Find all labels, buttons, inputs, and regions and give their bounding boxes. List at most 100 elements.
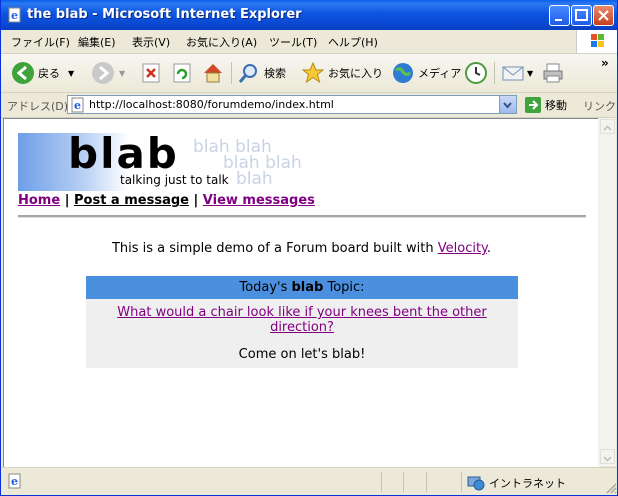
resize-grip-icon[interactable] [605,482,617,494]
tagline: talking just to talk [120,173,229,187]
svg-text:e: e [11,475,18,488]
search-label: 検索 [264,67,286,80]
nav-home-link[interactable]: Home [18,193,60,208]
forward-button[interactable]: ▼ [91,59,125,87]
status-divider [403,472,404,492]
go-button[interactable]: 移動 [524,96,567,114]
close-icon [598,10,609,21]
status-page-icon: e [8,473,21,489]
print-button[interactable] [541,59,565,87]
mail-icon [502,66,524,81]
back-arrow-icon [12,62,34,84]
horizontal-rule [18,215,586,218]
menu-view[interactable]: 表示(V) [132,34,170,50]
print-icon [543,63,563,83]
mail-button[interactable]: ▼ [501,59,533,87]
forward-dropdown-icon[interactable]: ▼ [119,69,125,78]
mail-dropdown-icon[interactable]: ▼ [527,69,533,78]
address-dropdown-button[interactable] [499,96,516,113]
scroll-down-button[interactable] [600,449,615,464]
topic-head-prefix: Today's [239,280,292,295]
nav-view-link[interactable]: View messages [203,193,315,208]
scroll-up-arrow-icon [603,125,612,131]
back-label: 戻る [38,67,60,80]
refresh-button[interactable] [171,59,193,87]
intranet-globe-icon [467,476,485,491]
go-arrow-icon [525,97,541,113]
address-label: アドレス(D) [7,100,69,113]
page-content: blah blah blah blah blah blab talking ju… [3,118,599,467]
menu-file[interactable]: ファイル(F) [11,34,70,50]
svg-text:e: e [11,9,18,22]
stop-icon [142,63,160,83]
menu-favorites[interactable]: お気に入り(A) [186,34,257,50]
home-icon [204,64,222,83]
media-globe-icon [393,63,413,83]
address-url[interactable]: http://localhost:8080/forumdemo/index.ht… [89,98,334,111]
search-icon [238,64,257,83]
minimize-icon [555,19,562,21]
window-title: the blab - Microsoft Internet Explorer [27,7,302,22]
toolbar-separator [494,62,495,84]
menu-tools[interactable]: ツール(T) [269,34,317,50]
forward-arrow-icon [92,62,114,84]
menu-help[interactable]: ヘルプ(H) [328,34,378,50]
scroll-down-arrow-icon [603,456,612,462]
velocity-link[interactable]: Velocity [438,241,487,256]
vertical-scrollbar[interactable] [598,118,616,466]
favorites-label: お気に入り [328,67,383,80]
minimize-button[interactable] [549,5,570,26]
status-divider [381,472,382,492]
toolbar-overflow-chevron-icon[interactable]: » [601,56,609,70]
nav-separator: | [64,193,70,208]
browser-window: e the blab - Microsoft Internet Explorer… [0,0,618,496]
home-button[interactable] [201,59,225,87]
status-divider [461,472,462,492]
refresh-icon [173,63,191,83]
favorites-button[interactable]: お気に入り [301,59,383,87]
ie-page-icon: e [8,7,21,23]
menu-bar: ファイル(F) 編集(E) 表示(V) お気に入り(A) ツール(T) ヘルプ(… [1,30,617,54]
back-button[interactable]: 戻る ▼ [11,59,74,87]
chevron-down-icon [503,102,512,109]
topic-cta: Come on let's blab! [238,347,366,362]
back-dropdown-icon[interactable]: ▼ [68,69,74,78]
history-clock-icon [465,62,487,84]
address-input[interactable]: e http://localhost:8080/forumdemo/index.… [67,95,517,114]
blab-banner: blah blah blah blah blah blab talking ju… [18,129,308,191]
media-button[interactable]: メディア [391,59,461,87]
status-divider [426,472,427,492]
standard-toolbar: 戻る ▼ ▼ 検索 お気に入り メディア ▼ » [1,54,617,93]
toolbar-separator [231,62,232,84]
history-button[interactable] [464,59,488,87]
close-button[interactable] [593,5,614,26]
stop-button[interactable] [140,59,162,87]
page-favicon-icon: e [71,97,84,113]
topic-head-suffix: Topic: [323,280,365,295]
nav-separator: | [193,193,199,208]
windows-flag-icon [591,34,604,47]
security-zone: イントラネット [467,475,566,491]
security-zone-label: イントラネット [489,477,566,490]
blab-logo: blab [68,129,179,178]
intro-suffix: . [486,241,492,256]
topic-question-link[interactable]: What would a chair look like if your kne… [86,305,518,335]
favorites-star-icon [301,61,325,84]
maximize-button[interactable] [571,5,592,26]
links-label[interactable]: リンク [583,98,616,114]
go-label: 移動 [545,99,567,112]
nav-post-link[interactable]: Post a message [74,193,189,208]
topic-box: Today's blab Topic: What would a chair l… [86,276,518,368]
maximize-icon [575,9,588,21]
address-bar: アドレス(D) e http://localhost:8080/forumdem… [1,93,617,118]
topic-header: Today's blab Topic: [86,276,518,299]
title-bar[interactable]: e the blab - Microsoft Internet Explorer [1,0,617,30]
scroll-up-button[interactable] [600,119,615,134]
banner-background-text: blah [236,169,273,189]
intro-prefix: This is a simple demo of a Forum board b… [111,241,438,256]
topic-head-bold: blab [291,280,324,295]
topic-body: What would a chair look like if your kne… [86,299,518,368]
nav-links: Home | Post a message | View messages [18,193,315,208]
menu-edit[interactable]: 編集(E) [78,34,116,50]
search-button[interactable]: 検索 [237,59,286,87]
